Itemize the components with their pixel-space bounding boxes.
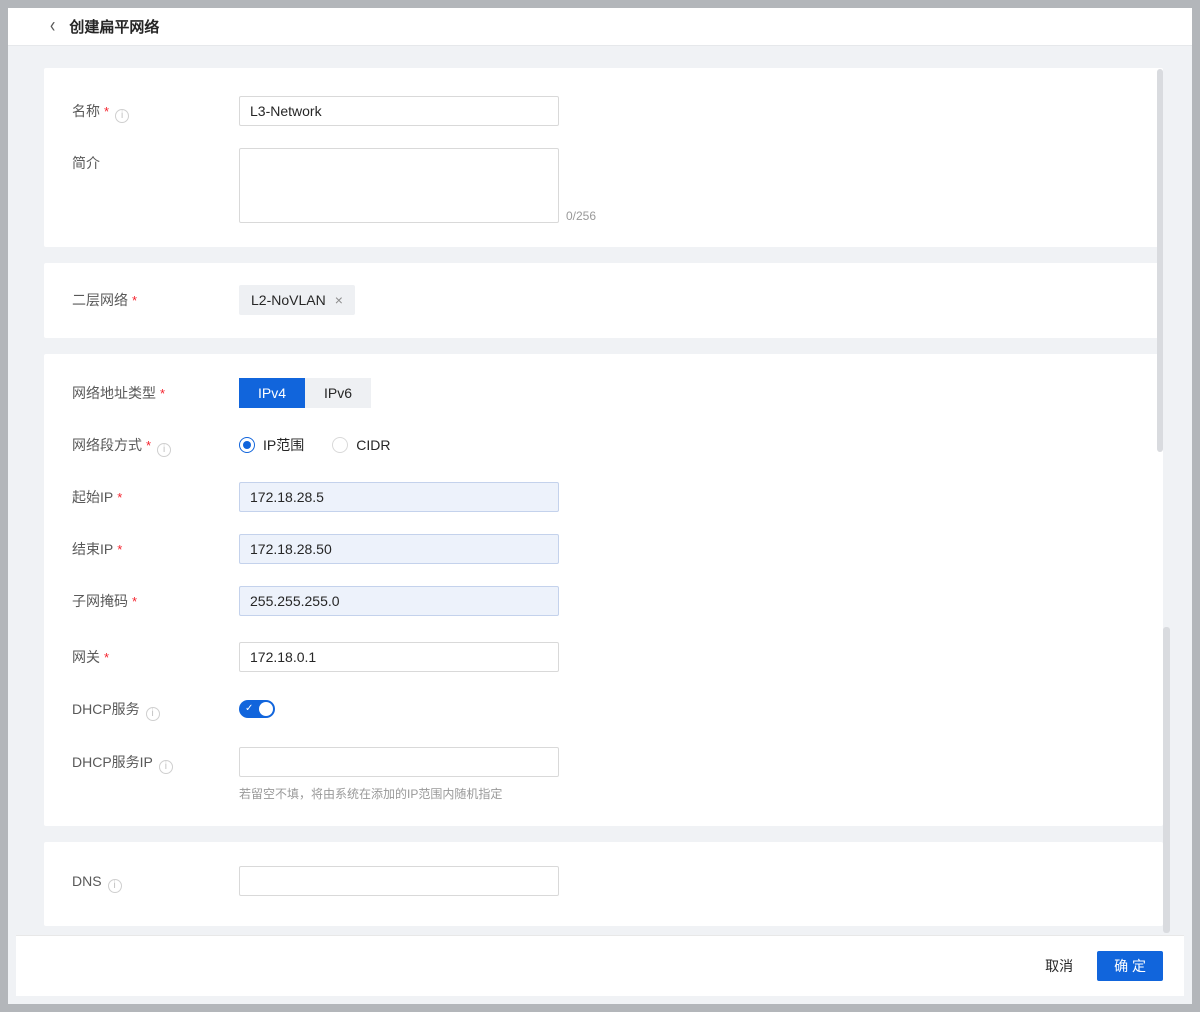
cancel-button[interactable]: 取消 (1045, 956, 1073, 976)
ipv6-option[interactable]: IPv6 (305, 378, 371, 408)
name-label: 名称*i (72, 96, 239, 123)
field-row-end-ip: 结束IP* (72, 534, 1135, 564)
ip-range-radio[interactable]: IP范围 (239, 435, 304, 455)
section-dns: DNSi (44, 842, 1163, 926)
confirm-button[interactable]: 确 定 (1097, 951, 1163, 981)
gateway-label: 网关* (72, 642, 239, 668)
netmask-input[interactable] (239, 586, 559, 616)
gateway-input[interactable] (239, 642, 559, 672)
char-counter: 0/256 (566, 209, 596, 223)
end-ip-input[interactable] (239, 534, 559, 564)
dialog-header: ‹ 创建扁平网络 (8, 8, 1192, 46)
address-type-label: 网络地址类型* (72, 378, 239, 404)
end-ip-label: 结束IP* (72, 534, 239, 560)
required-mark: * (132, 594, 137, 609)
required-mark: * (117, 542, 122, 557)
description-label: 简介 (72, 148, 239, 173)
page-title: 创建扁平网络 (69, 16, 159, 37)
l2-network-tag[interactable]: L2-NoVLAN × (239, 285, 355, 315)
cidr-radio-label: CIDR (356, 437, 390, 453)
required-mark: * (146, 438, 151, 453)
field-row-dns: DNSi (72, 866, 1135, 896)
ip-range-radio-label: IP范围 (263, 435, 304, 455)
l2-network-tag-label: L2-NoVLAN (251, 292, 326, 308)
toggle-check-icon: ✓ (245, 702, 253, 716)
name-input[interactable] (239, 96, 559, 126)
segment-mode-radios: IP范围 CIDR (239, 430, 418, 460)
field-row-start-ip: 起始IP* (72, 482, 1135, 512)
segment-mode-label: 网络段方式*i (72, 430, 239, 457)
dhcp-ip-hint: 若留空不填，将由系统在添加的IP范围内随机指定 (239, 786, 559, 802)
netmask-label: 子网掩码* (72, 586, 239, 612)
required-mark: * (160, 386, 165, 401)
toggle-knob (259, 702, 273, 716)
info-icon[interactable]: i (108, 879, 122, 893)
field-row-gateway: 网关* (72, 642, 1135, 672)
field-row-address-type: 网络地址类型* IPv4 IPv6 (72, 378, 1135, 408)
required-mark: * (117, 490, 122, 505)
dialog-footer: 取消 确 定 (16, 935, 1184, 996)
create-flat-network-dialog: ‹ 创建扁平网络 名称*i 简介 0/256 (0, 0, 1200, 1012)
info-icon[interactable]: i (157, 443, 171, 457)
field-row-name: 名称*i (72, 96, 1135, 126)
back-icon[interactable]: ‹ (50, 16, 55, 37)
start-ip-input[interactable] (239, 482, 559, 512)
field-row-segment-mode: 网络段方式*i IP范围 CIDR (72, 430, 1135, 460)
dhcp-label: DHCP服务i (72, 694, 239, 721)
tag-remove-icon[interactable]: × (335, 293, 343, 307)
info-icon[interactable]: i (146, 707, 160, 721)
required-mark: * (132, 293, 137, 308)
description-textarea[interactable] (239, 148, 559, 223)
field-row-netmask: 子网掩码* (72, 586, 1135, 616)
radio-selected-icon (239, 437, 255, 453)
field-row-dhcp-ip: DHCP服务IPi 若留空不填，将由系统在添加的IP范围内随机指定 (72, 747, 1135, 802)
cidr-radio[interactable]: CIDR (332, 437, 390, 453)
dhcp-toggle[interactable]: ✓ (239, 700, 275, 718)
info-icon[interactable]: i (159, 760, 173, 774)
field-row-dhcp: DHCP服务i ✓ (72, 694, 1135, 721)
section-network-config: 网络地址类型* IPv4 IPv6 网络段方式*i IP范围 (44, 354, 1163, 826)
start-ip-label: 起始IP* (72, 482, 239, 508)
info-icon[interactable]: i (115, 109, 129, 123)
ipv4-option[interactable]: IPv4 (239, 378, 305, 408)
section-l2-network: 二层网络* L2-NoVLAN × (44, 263, 1163, 338)
l2-network-label: 二层网络* (72, 285, 239, 311)
dns-label: DNSi (72, 866, 239, 893)
required-mark: * (104, 650, 109, 665)
dns-input[interactable] (239, 866, 559, 896)
field-row-l2-network: 二层网络* L2-NoVLAN × (72, 285, 1135, 315)
dhcp-ip-label: DHCP服务IPi (72, 747, 239, 774)
dhcp-ip-input[interactable] (239, 747, 559, 777)
dialog-body: 名称*i 简介 0/256 二层网络* (8, 46, 1192, 942)
radio-unselected-icon (332, 437, 348, 453)
outer-scrollbar-thumb[interactable] (1163, 627, 1170, 933)
inner-scrollbar-thumb[interactable] (1157, 69, 1163, 452)
required-mark: * (104, 104, 109, 119)
address-type-segmented: IPv4 IPv6 (239, 378, 371, 408)
field-row-description: 简介 0/256 (72, 148, 1135, 223)
section-basic: 名称*i 简介 0/256 (44, 68, 1163, 247)
